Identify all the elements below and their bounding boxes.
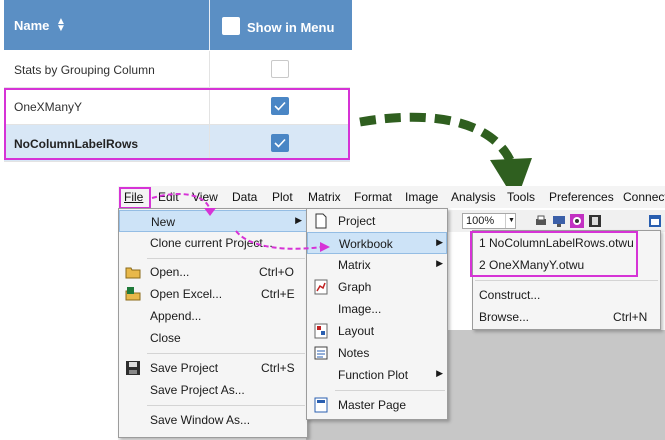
menu-separator <box>335 390 445 391</box>
menu-item-construct[interactable]: Construct... <box>473 284 660 306</box>
open-excel-icon <box>125 287 141 301</box>
dashed-arrow-new-to-workbook-icon <box>235 230 330 252</box>
layout-icon <box>314 323 328 339</box>
row-name: Stats by Grouping Column <box>14 63 155 77</box>
table-header: Name ▲ ▼ Show in Menu <box>4 0 352 50</box>
cell-divider <box>209 51 210 87</box>
menu-item-save-project[interactable]: Save Project Ctrl+S <box>119 357 307 379</box>
menu-item-notes[interactable]: Notes <box>307 342 447 364</box>
menu-separator <box>147 405 305 406</box>
save-icon <box>126 361 140 375</box>
menu-item-master-page[interactable]: Master Page <box>307 394 447 416</box>
graph-icon <box>314 279 328 295</box>
master-page-icon <box>314 397 328 413</box>
display-icon[interactable] <box>552 214 566 228</box>
table-row[interactable]: Stats by Grouping Column <box>4 51 350 88</box>
menu-item-open-excel[interactable]: Open Excel... Ctrl+E <box>119 283 307 305</box>
show-in-menu-checkbox[interactable] <box>271 60 289 78</box>
sort-arrows-icon[interactable]: ▲ ▼ <box>56 17 66 34</box>
menu-item-function-plot[interactable]: Function Plot ▶ <box>307 364 447 386</box>
window-icon[interactable] <box>648 214 662 228</box>
chevron-down-icon[interactable]: ▼ <box>505 214 517 228</box>
menu-separator <box>147 353 305 354</box>
menu-preferences[interactable]: Preferences <box>549 190 614 204</box>
menu-item-close[interactable]: Close <box>119 327 307 349</box>
record-icon[interactable] <box>570 214 584 228</box>
select-all-checkbox[interactable] <box>222 17 240 35</box>
menu-tools[interactable]: Tools <box>507 190 535 204</box>
open-folder-icon <box>125 267 141 279</box>
notes-icon <box>314 346 328 360</box>
column-header-show-in-menu[interactable]: Show in Menu <box>247 20 334 35</box>
column-header-name[interactable]: Name <box>14 18 49 33</box>
menu-item-save-window-as[interactable]: Save Window As... <box>119 409 307 431</box>
highlight-box-rows <box>4 88 350 160</box>
toolbar: 100% ▼ <box>448 210 665 232</box>
menu-item-layout[interactable]: Layout <box>307 320 447 342</box>
menu-item-save-project-as[interactable]: Save Project As... <box>119 379 307 401</box>
highlight-box-templates <box>470 231 638 277</box>
menu-separator <box>475 280 658 281</box>
print-icon[interactable] <box>534 214 548 228</box>
menu-item-image[interactable]: Image... <box>307 298 447 320</box>
menu-format[interactable]: Format <box>354 190 392 204</box>
menu-item-browse[interactable]: Browse... Ctrl+N <box>473 306 660 328</box>
menu-item-append[interactable]: Append... <box>119 305 307 327</box>
film-icon[interactable] <box>588 214 602 228</box>
menu-image[interactable]: Image <box>405 190 438 204</box>
header-divider <box>209 0 210 50</box>
menu-item-graph[interactable]: Graph <box>307 276 447 298</box>
menu-connectivity[interactable]: Connectivity <box>623 190 665 204</box>
menu-analysis[interactable]: Analysis <box>451 190 496 204</box>
